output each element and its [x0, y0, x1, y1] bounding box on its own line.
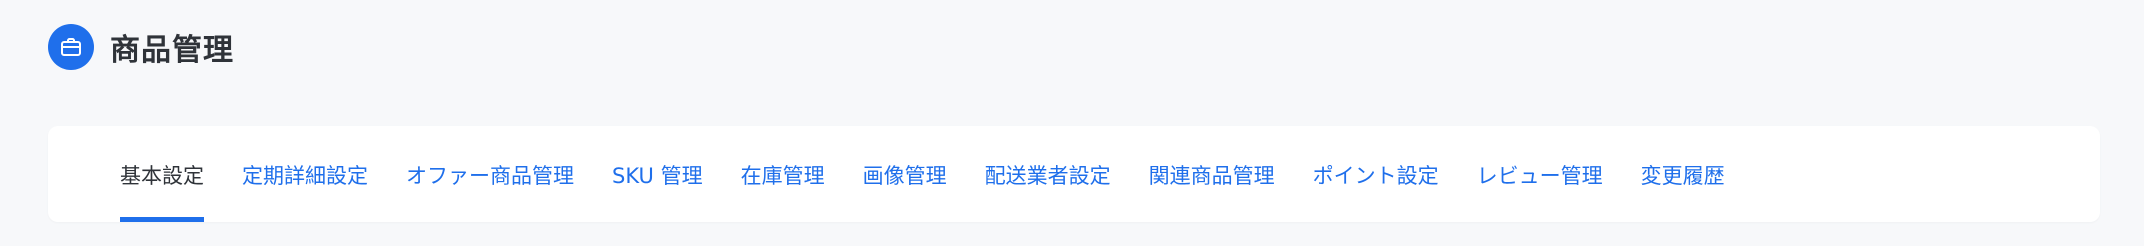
tab-offer-products[interactable]: オファー商品管理	[406, 126, 574, 222]
tab-reviews[interactable]: レビュー管理	[1477, 126, 1603, 222]
tab-images[interactable]: 画像管理	[863, 126, 947, 222]
tab-points[interactable]: ポイント設定	[1313, 126, 1439, 222]
tab-subscription-details[interactable]: 定期詳細設定	[242, 126, 368, 222]
tab-inventory[interactable]: 在庫管理	[741, 126, 825, 222]
briefcase-icon	[48, 24, 94, 70]
page-header: 商品管理	[48, 24, 234, 70]
tab-bar: 基本設定 定期詳細設定 オファー商品管理 SKU 管理 在庫管理 画像管理 配送…	[120, 126, 1763, 222]
tab-change-history[interactable]: 変更履歴	[1641, 126, 1725, 222]
tab-shipping-carriers[interactable]: 配送業者設定	[985, 126, 1111, 222]
tabs-card: 基本設定 定期詳細設定 オファー商品管理 SKU 管理 在庫管理 画像管理 配送…	[48, 126, 2100, 222]
tab-sku-management[interactable]: SKU 管理	[612, 126, 703, 222]
page-title: 商品管理	[110, 33, 234, 68]
tab-related-products[interactable]: 関連商品管理	[1149, 126, 1275, 222]
tab-basic-settings[interactable]: 基本設定	[120, 126, 204, 222]
